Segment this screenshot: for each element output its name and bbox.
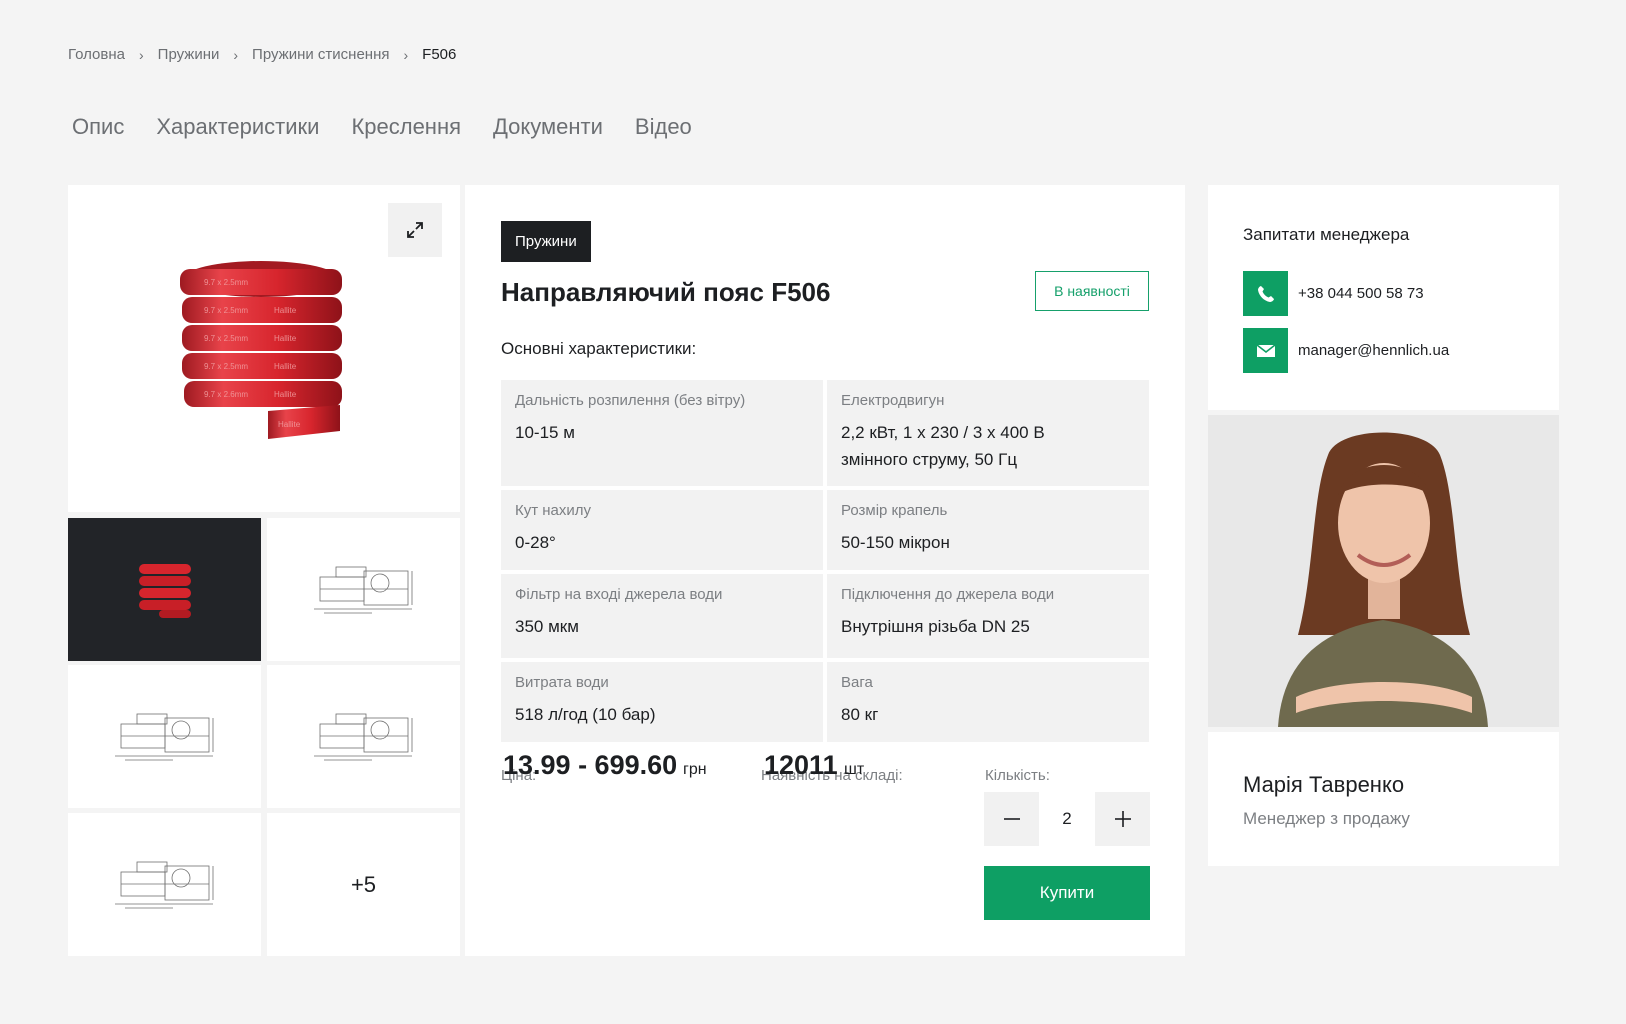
stock-unit: шт bbox=[844, 761, 865, 778]
spec-label: Фільтр на вході джерела води bbox=[515, 586, 723, 603]
email-contact[interactable]: manager@hennlich.ua bbox=[1243, 328, 1449, 373]
specs-grid: Дальність розпилення (без вітру) 10-15 м… bbox=[501, 380, 1149, 742]
spec-value: 518 л/год (10 бар) bbox=[515, 705, 656, 724]
product-title: Направляючий пояс F506 bbox=[501, 277, 831, 307]
increase-button[interactable] bbox=[1095, 792, 1150, 846]
expand-button[interactable] bbox=[388, 203, 442, 257]
manager-info-card: Марія Тавренко Менеджер з продажу bbox=[1208, 732, 1559, 866]
spec-cell: Розмір крапель 50-150 мікрон bbox=[827, 490, 1149, 570]
chevron-right-icon: › bbox=[233, 46, 239, 63]
quantity-stepper: 2 bbox=[984, 792, 1150, 846]
spring-thumbnail-image bbox=[138, 563, 191, 618]
svg-text:9.7 x 2.5mm: 9.7 x 2.5mm bbox=[204, 334, 248, 343]
manager-heading: Запитати менеджера bbox=[1243, 225, 1410, 244]
quantity-value[interactable]: 2 bbox=[1062, 809, 1071, 829]
thumbnail-drawing[interactable] bbox=[68, 665, 261, 808]
spec-cell: Фільтр на вході джерела води 350 мкм bbox=[501, 574, 823, 658]
breadcrumb-current: F506 bbox=[422, 46, 457, 63]
manager-contact-card: Запитати менеджера +38 044 500 58 73 man… bbox=[1208, 185, 1559, 410]
technical-drawing-image bbox=[114, 713, 213, 760]
manager-name: Марія Тавренко bbox=[1243, 772, 1405, 797]
quantity-label: Кількість: bbox=[985, 767, 1050, 784]
category-badge[interactable]: Пружини bbox=[501, 221, 591, 262]
breadcrumb-link-springs[interactable]: Пружини bbox=[158, 46, 220, 63]
spec-cell: Кут нахилу 0-28° bbox=[501, 490, 823, 570]
svg-text:Hallite: Hallite bbox=[274, 334, 297, 343]
spec-label: Кут нахилу bbox=[515, 502, 592, 519]
spec-label: Витрата води bbox=[515, 674, 609, 691]
tab-characteristics[interactable]: Характеристики bbox=[156, 114, 319, 140]
main-product-image[interactable]: 9.7 x 2.5mm 9.7 x 2.5mm 9.7 x 2.5mm 9.7 … bbox=[68, 185, 460, 512]
specs-title: Основні характеристики: bbox=[501, 339, 697, 358]
thumbnail-spring[interactable] bbox=[68, 518, 261, 661]
breadcrumb-link-home[interactable]: Головна bbox=[68, 46, 125, 63]
product-tabs: Опис Характеристики Креслення Документи … bbox=[72, 114, 692, 140]
breadcrumb-link-compression-springs[interactable]: Пружини стиснення bbox=[252, 46, 389, 63]
spec-value: 10-15 м bbox=[515, 423, 575, 442]
spec-cell: Електродвигун 2,2 кВт, 1 х 230 / 3 х 400… bbox=[827, 380, 1149, 486]
tab-drawings[interactable]: Креслення bbox=[351, 114, 461, 140]
svg-text:Hallite: Hallite bbox=[274, 390, 297, 399]
more-images-count: +5 bbox=[350, 871, 377, 897]
spec-value: Внутрішня різьба DN 25 bbox=[841, 617, 1030, 636]
svg-text:9.7 x 2.5mm: 9.7 x 2.5mm bbox=[204, 278, 248, 287]
breadcrumb: Головна › Пружини › Пружини стиснення › … bbox=[68, 46, 456, 63]
spec-value: 50-150 мікрон bbox=[841, 533, 950, 552]
spec-label: Дальність розпилення (без вітру) bbox=[515, 392, 746, 409]
spec-label: Розмір крапель bbox=[841, 502, 948, 519]
tab-documents[interactable]: Документи bbox=[493, 114, 603, 140]
manager-photo bbox=[1208, 415, 1559, 727]
svg-text:9.7 x 2.5mm: 9.7 x 2.5mm bbox=[204, 362, 248, 371]
spec-value: 2,2 кВт, 1 х 230 / 3 х 400 В змінного ст… bbox=[841, 423, 1045, 469]
technical-drawing-image bbox=[313, 566, 412, 613]
svg-text:9.7 x 2.6mm: 9.7 x 2.6mm bbox=[204, 390, 248, 399]
minus-icon bbox=[1003, 818, 1020, 820]
thumbnail-drawing[interactable] bbox=[267, 518, 460, 661]
spec-label: Підключення до джерела води bbox=[841, 586, 1055, 603]
stock-count: 12011 bbox=[764, 750, 838, 780]
phone-icon bbox=[1243, 271, 1288, 316]
technical-drawing-image bbox=[313, 713, 412, 760]
svg-text:Hallite: Hallite bbox=[278, 420, 301, 429]
svg-text:Hallite: Hallite bbox=[274, 306, 297, 315]
svg-text:9.7 x 2.5mm: 9.7 x 2.5mm bbox=[204, 306, 248, 315]
spec-value: 0-28° bbox=[515, 533, 556, 552]
tab-description[interactable]: Опис bbox=[72, 114, 124, 140]
manager-portrait-image bbox=[1208, 415, 1559, 727]
envelope-icon bbox=[1243, 328, 1288, 373]
spec-cell: Витрата води 518 л/год (10 бар) bbox=[501, 662, 823, 742]
buy-button[interactable]: Купити bbox=[984, 866, 1150, 920]
spec-label: Вага bbox=[841, 674, 873, 691]
spec-value: 80 кг bbox=[841, 705, 879, 724]
phone-number[interactable]: +38 044 500 58 73 bbox=[1298, 285, 1424, 302]
stock-status-badge: В наявності bbox=[1035, 271, 1149, 311]
chevron-right-icon: › bbox=[403, 46, 409, 63]
svg-text:Hallite: Hallite bbox=[274, 362, 297, 371]
spec-cell: Вага 80 кг bbox=[827, 662, 1149, 742]
thumbnail-drawing[interactable] bbox=[267, 665, 460, 808]
phone-contact[interactable]: +38 044 500 58 73 bbox=[1243, 271, 1424, 316]
thumbnail-drawing[interactable] bbox=[68, 813, 261, 956]
plus-icon bbox=[1114, 811, 1131, 827]
decrease-button[interactable] bbox=[984, 792, 1039, 846]
thumbnail-more[interactable]: +5 bbox=[267, 813, 460, 956]
price-unit: грн bbox=[683, 761, 707, 778]
spec-cell: Дальність розпилення (без вітру) 10-15 м bbox=[501, 380, 823, 486]
expand-icon bbox=[407, 222, 423, 238]
tab-video[interactable]: Відео bbox=[635, 114, 692, 140]
email-address[interactable]: manager@hennlich.ua bbox=[1298, 342, 1449, 359]
spec-label: Електродвигун bbox=[841, 392, 945, 409]
price-value: 13.99 - 699.60 bbox=[503, 750, 678, 780]
spec-cell: Підключення до джерела води Внутрішня рі… bbox=[827, 574, 1149, 658]
product-card: Пружини Направляючий пояс F506 В наявнос… bbox=[465, 185, 1185, 956]
price-row: Ціна: 13.99 - 699.60 грн Наявність на ск… bbox=[501, 750, 1149, 790]
manager-role: Менеджер з продажу bbox=[1243, 809, 1410, 828]
chevron-right-icon: › bbox=[139, 46, 144, 63]
spec-value: 350 мкм bbox=[515, 617, 579, 636]
technical-drawing-image bbox=[114, 861, 213, 908]
